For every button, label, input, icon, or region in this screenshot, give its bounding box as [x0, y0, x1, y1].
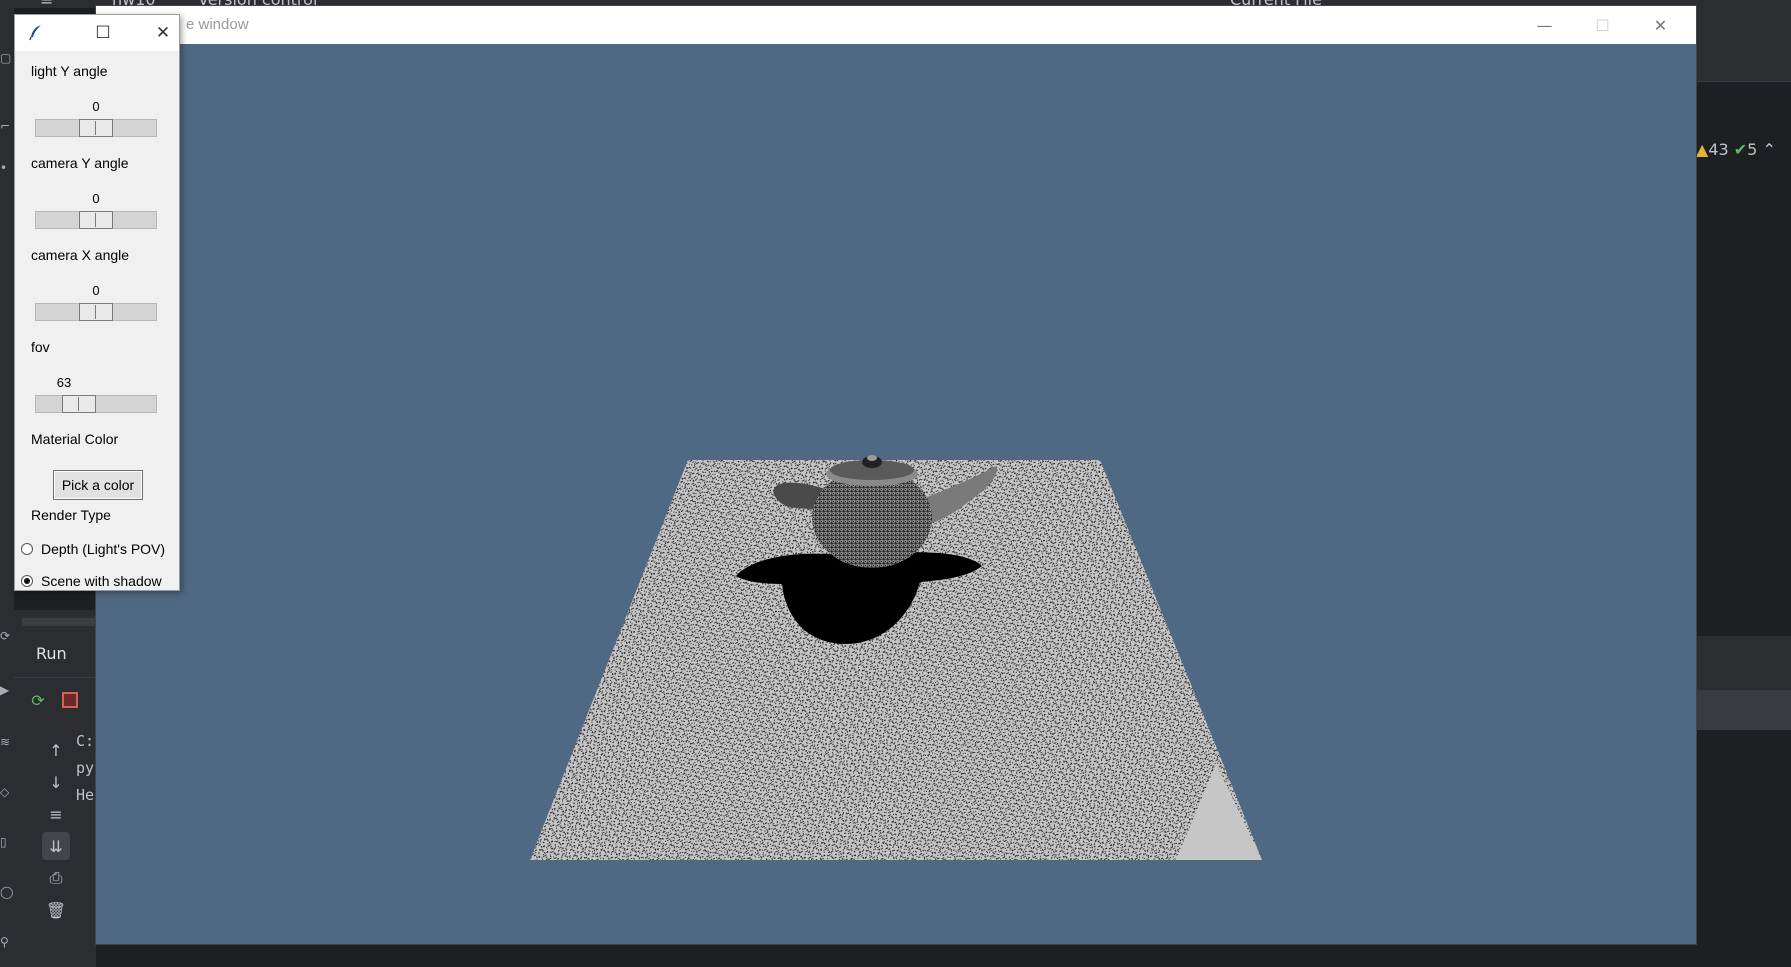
run-header-area [1696, 636, 1791, 690]
terminal-tool-icon[interactable]: ▯ [0, 836, 10, 848]
problems-tool-icon[interactable]: ◯ [0, 886, 13, 898]
fov-slider[interactable] [35, 395, 157, 413]
camera-x-angle-value: 0 [92, 283, 100, 298]
slider-thumb[interactable] [79, 211, 113, 229]
3d-viewport[interactable] [96, 44, 1696, 944]
python-packages-icon[interactable]: ◇ [0, 786, 10, 798]
inspection-widget[interactable]: ▲43 ✔5 ⌃ [1696, 140, 1776, 159]
render-window-titlebar[interactable]: e window — ☐ ✕ [96, 6, 1696, 44]
chevron-up-icon[interactable]: ⌃ [1762, 140, 1775, 159]
console-line: C: [76, 732, 95, 750]
scene-render [530, 455, 1262, 860]
maximize-button[interactable]: ☐ [1574, 6, 1631, 44]
scroll-to-end-icon[interactable]: ⇊ [42, 832, 70, 860]
render-type-label: Render Type [31, 507, 111, 523]
render-window-title: e window [186, 16, 249, 33]
render-window: e window — ☐ ✕ [96, 6, 1696, 944]
fov-value: 63 [56, 375, 72, 390]
camera-y-angle-value: 0 [92, 191, 100, 206]
ide-tool-strip: ▢ ⌐ • ⟳ ▶ ≋ ◇ ▯ ◯ ⚲ [0, 8, 14, 967]
fov-label: fov [31, 339, 50, 355]
console-gutter: ↑ ↓ ≡ ⇊ ⎙ 🗑 [14, 722, 70, 967]
divider [14, 677, 96, 678]
scroll-up-icon[interactable]: ↑ [42, 736, 70, 764]
maximize-button[interactable]: ☐ [89, 21, 117, 45]
run-panel-title: Run [36, 644, 67, 663]
stop-icon [62, 692, 78, 708]
git-tool-icon[interactable]: ⚲ [0, 936, 10, 948]
scroll-down-icon[interactable]: ↓ [42, 768, 70, 796]
run-toolbar-area [1696, 690, 1791, 730]
radio-button[interactable] [21, 543, 33, 555]
run-tool-icon[interactable]: ▶ [0, 684, 10, 696]
warning-count: 43 [1708, 140, 1729, 159]
project-tool-icon[interactable]: ▢ [0, 52, 11, 64]
minimize-button[interactable]: — [1516, 6, 1573, 44]
light-y-angle-value: 0 [92, 99, 100, 114]
warning-icon: ▲ [1696, 140, 1709, 159]
light-y-angle-slider[interactable] [35, 119, 157, 137]
pick-color-button[interactable]: Pick a color [53, 470, 143, 500]
soft-wrap-icon[interactable]: ≡ [42, 800, 70, 828]
console-line: py [76, 759, 95, 777]
feather-icon [29, 25, 41, 41]
console-output: C: py He [76, 728, 94, 809]
radio-label: Scene with shadow [41, 573, 162, 589]
main-menu-icon[interactable]: ≡ [40, 0, 53, 8]
camera-x-angle-label: camera X angle [31, 247, 130, 263]
material-color-label: Material Color [31, 431, 119, 447]
console-line: He [76, 786, 95, 804]
stop-button[interactable] [58, 688, 82, 712]
more-tools-icon[interactable]: • [0, 162, 10, 174]
light-y-angle-label: light Y angle [31, 63, 108, 79]
radio-label: Depth (Light's POV) [41, 541, 166, 557]
camera-x-angle-slider[interactable] [35, 303, 157, 321]
slider-thumb[interactable] [62, 395, 96, 413]
slider-thumb[interactable] [79, 303, 113, 321]
slider-thumb[interactable] [79, 119, 113, 137]
structure-tool-icon[interactable]: ⌐ [0, 120, 10, 132]
editor-area [1696, 81, 1791, 606]
trash-icon[interactable]: 🗑 [42, 896, 70, 924]
camera-y-angle-slider[interactable] [35, 211, 157, 229]
render-option-shadow[interactable]: Scene with shadow [21, 573, 162, 589]
panel-splitter[interactable] [22, 618, 96, 626]
radio-button[interactable] [21, 575, 33, 587]
layers-tool-icon[interactable]: ≋ [0, 736, 10, 748]
rerun-icon[interactable]: ⟳ [26, 688, 50, 712]
editor-tabs-area [1696, 8, 1791, 81]
render-option-depth[interactable]: Depth (Light's POV) [21, 541, 165, 557]
print-icon[interactable]: ⎙ [42, 864, 70, 892]
control-panel-titlebar[interactable]: ☐ ✕ [15, 15, 179, 51]
close-button[interactable]: ✕ [149, 21, 177, 45]
camera-y-angle-label: camera Y angle [31, 155, 129, 171]
services-tool-icon[interactable]: ⟳ [0, 630, 10, 642]
control-panel-window: ☐ ✕ light Y angle 0 camera Y angle 0 cam… [14, 14, 180, 591]
check-icon: ✔ [1733, 140, 1748, 159]
ok-count: 5 [1747, 140, 1758, 159]
close-button[interactable]: ✕ [1632, 6, 1689, 44]
